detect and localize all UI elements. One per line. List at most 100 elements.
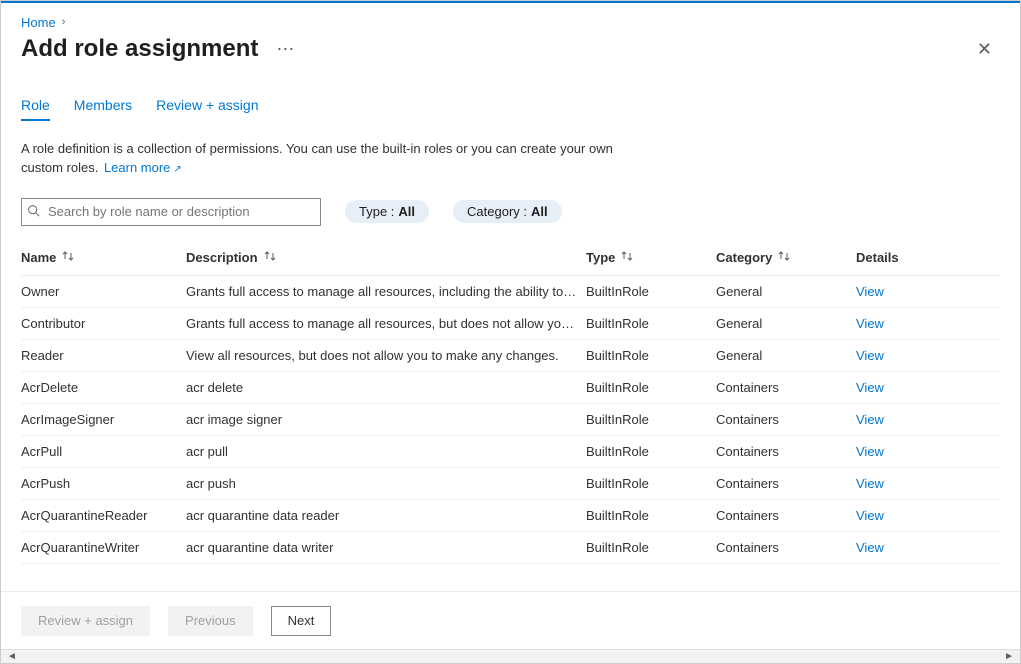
cell-description: acr image signer	[186, 412, 586, 427]
table-row[interactable]: AcrPushacr pushBuiltInRoleContainersView	[21, 468, 1000, 500]
breadcrumb-home[interactable]: Home	[21, 15, 56, 30]
cell-category: Containers	[716, 540, 856, 555]
col-header-name-label: Name	[21, 250, 56, 265]
roles-table: Name Description Type Category Details	[21, 240, 1000, 564]
search-input[interactable]	[21, 198, 321, 226]
col-header-type-label: Type	[586, 250, 615, 265]
cell-category: General	[716, 316, 856, 331]
table-body: OwnerGrants full access to manage all re…	[21, 276, 1000, 564]
tab-members[interactable]: Members	[74, 91, 132, 121]
view-details-link[interactable]: View	[856, 284, 884, 299]
more-actions-button[interactable]: ⋯	[270, 37, 302, 62]
filter-row: Type : All Category : All	[21, 198, 1000, 226]
cell-description: acr quarantine data reader	[186, 508, 586, 523]
cell-type: BuiltInRole	[586, 540, 716, 555]
table-row[interactable]: AcrPullacr pullBuiltInRoleContainersView	[21, 436, 1000, 468]
cell-type: BuiltInRole	[586, 412, 716, 427]
cell-description: acr quarantine data writer	[186, 540, 586, 555]
cell-name: Contributor	[21, 316, 186, 331]
cell-category: Containers	[716, 444, 856, 459]
cell-category: Containers	[716, 380, 856, 395]
table-row[interactable]: AcrQuarantineReaderacr quarantine data r…	[21, 500, 1000, 532]
sort-icon	[778, 250, 790, 265]
cell-description: Grants full access to manage all resourc…	[186, 316, 586, 331]
table-header: Name Description Type Category Details	[21, 240, 1000, 276]
cell-name: Reader	[21, 348, 186, 363]
external-link-icon: ↗	[173, 164, 181, 175]
table-row[interactable]: AcrQuarantineWriteracr quarantine data w…	[21, 532, 1000, 564]
category-filter-value: All	[531, 204, 548, 219]
table-row[interactable]: AcrDeleteacr deleteBuiltInRoleContainers…	[21, 372, 1000, 404]
col-header-details: Details	[856, 250, 1000, 265]
col-header-category-label: Category	[716, 250, 772, 265]
category-filter-prefix: Category :	[467, 204, 527, 219]
cell-name: AcrImageSigner	[21, 412, 186, 427]
title-row: Add role assignment ⋯ ✕	[21, 35, 1000, 63]
search-wrap	[21, 198, 321, 226]
breadcrumb: Home ›	[21, 11, 1000, 33]
view-details-link[interactable]: View	[856, 348, 884, 363]
cell-description: View all resources, but does not allow y…	[186, 348, 586, 363]
header-area: Home › Add role assignment ⋯ ✕	[1, 3, 1020, 63]
horizontal-scrollbar[interactable]: ◄ ►	[1, 649, 1020, 663]
table-row[interactable]: ReaderView all resources, but does not a…	[21, 340, 1000, 372]
cell-description: acr delete	[186, 380, 586, 395]
cell-type: BuiltInRole	[586, 476, 716, 491]
view-details-link[interactable]: View	[856, 540, 884, 555]
cell-name: AcrPull	[21, 444, 186, 459]
cell-name: AcrQuarantineReader	[21, 508, 186, 523]
cell-category: Containers	[716, 476, 856, 491]
tab-review-assign[interactable]: Review + assign	[156, 91, 258, 121]
col-header-description[interactable]: Description	[186, 250, 586, 265]
col-header-category[interactable]: Category	[716, 250, 856, 265]
scroll-right-icon[interactable]: ►	[1000, 651, 1018, 662]
col-header-type[interactable]: Type	[586, 250, 716, 265]
type-filter-pill[interactable]: Type : All	[345, 200, 429, 223]
category-filter-pill[interactable]: Category : All	[453, 200, 562, 223]
view-details-link[interactable]: View	[856, 412, 884, 427]
cell-description: Grants full access to manage all resourc…	[186, 284, 586, 299]
cell-description: acr pull	[186, 444, 586, 459]
page-title: Add role assignment	[21, 35, 258, 63]
cell-type: BuiltInRole	[586, 348, 716, 363]
sort-icon	[621, 250, 633, 265]
footer: Review + assign Previous Next	[1, 591, 1020, 649]
learn-more-link[interactable]: Learn more↗	[104, 160, 182, 175]
cell-type: BuiltInRole	[586, 380, 716, 395]
scroll-left-icon[interactable]: ◄	[3, 651, 21, 662]
panel: Home › Add role assignment ⋯ ✕ Role Membe…	[1, 1, 1020, 663]
view-details-link[interactable]: View	[856, 444, 884, 459]
chevron-right-icon: ›	[62, 16, 66, 28]
cell-category: Containers	[716, 412, 856, 427]
cell-name: Owner	[21, 284, 186, 299]
type-filter-prefix: Type :	[359, 204, 394, 219]
view-details-link[interactable]: View	[856, 476, 884, 491]
col-header-name[interactable]: Name	[21, 250, 186, 265]
sort-icon	[264, 250, 276, 265]
view-details-link[interactable]: View	[856, 380, 884, 395]
type-filter-value: All	[398, 204, 415, 219]
table-row[interactable]: AcrImageSigneracr image signerBuiltInRol…	[21, 404, 1000, 436]
sort-icon	[62, 250, 74, 265]
cell-name: AcrQuarantineWriter	[21, 540, 186, 555]
cell-type: BuiltInRole	[586, 284, 716, 299]
table-row[interactable]: OwnerGrants full access to manage all re…	[21, 276, 1000, 308]
cell-category: General	[716, 284, 856, 299]
cell-category: General	[716, 348, 856, 363]
scroll-region[interactable]: Role Members Review + assign A role defini…	[1, 63, 1020, 591]
cell-name: AcrPush	[21, 476, 186, 491]
previous-button[interactable]: Previous	[168, 606, 253, 636]
view-details-link[interactable]: View	[856, 316, 884, 331]
cell-description: acr push	[186, 476, 586, 491]
review-assign-button[interactable]: Review + assign	[21, 606, 150, 636]
col-header-details-label: Details	[856, 250, 899, 265]
next-button[interactable]: Next	[271, 606, 332, 636]
learn-more-label: Learn more	[104, 160, 170, 175]
table-row[interactable]: ContributorGrants full access to manage …	[21, 308, 1000, 340]
close-icon[interactable]: ✕	[969, 37, 1000, 62]
cell-type: BuiltInRole	[586, 316, 716, 331]
description: A role definition is a collection of per…	[21, 140, 641, 178]
view-details-link[interactable]: View	[856, 508, 884, 523]
tabs: Role Members Review + assign	[21, 91, 1000, 122]
tab-role[interactable]: Role	[21, 91, 50, 121]
